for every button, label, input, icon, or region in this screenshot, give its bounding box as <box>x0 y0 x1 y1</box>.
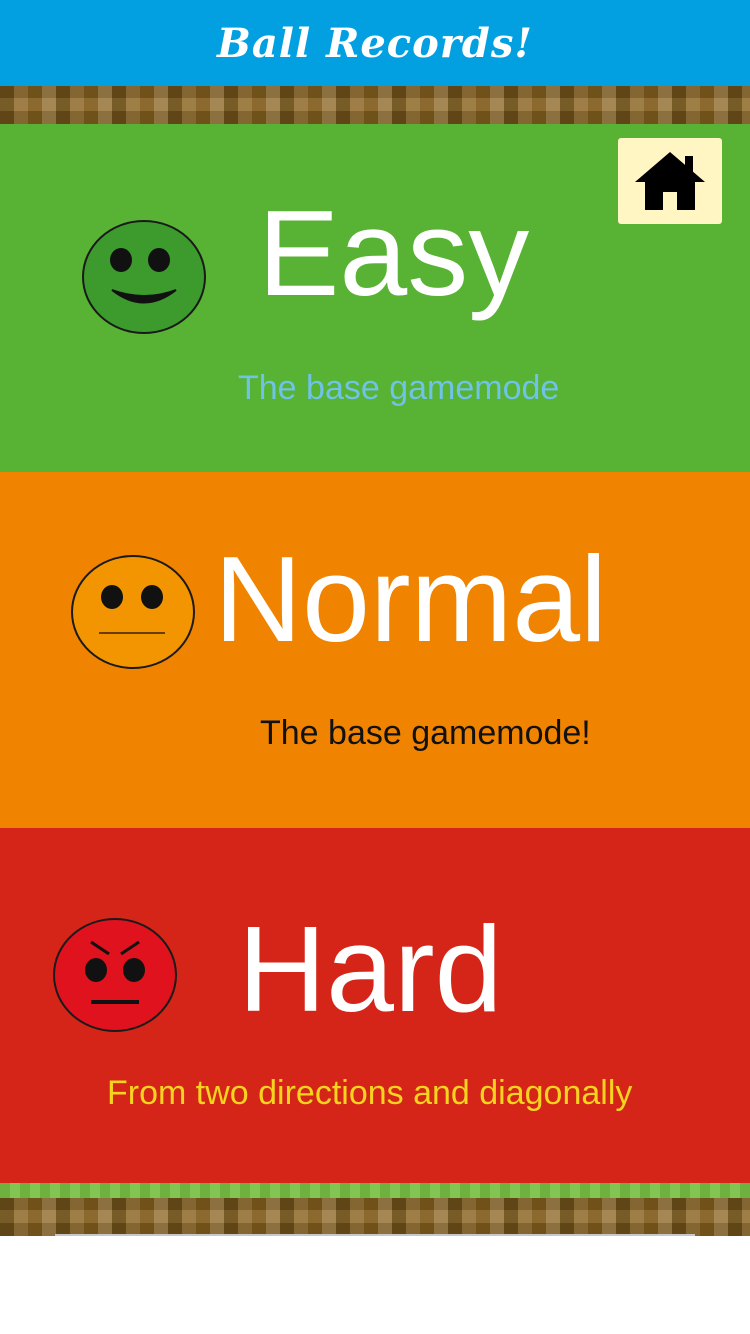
dirt-border-bottom <box>0 1198 750 1236</box>
app-header: Ball Records! <box>0 0 750 86</box>
home-button[interactable] <box>618 138 722 224</box>
dirt-border-top <box>0 86 750 124</box>
mode-easy-description: The base gamemode <box>238 369 560 407</box>
divider <box>55 1234 695 1236</box>
angry-face-icon <box>53 918 177 1032</box>
mode-hard-button[interactable]: Hard From two directions and diagonally <box>0 828 750 1183</box>
grass-border-bottom <box>0 1183 750 1198</box>
mode-hard-description: From two directions and diagonally <box>107 1074 633 1112</box>
mode-hard-title: Hard <box>238 901 503 1037</box>
mode-normal-button[interactable]: Normal The base gamemode! <box>0 472 750 828</box>
app-title: Ball Records! <box>217 19 533 67</box>
happy-face-icon <box>82 220 206 334</box>
neutral-face-icon <box>71 555 195 669</box>
mode-easy-title: Easy <box>258 185 530 321</box>
home-icon <box>635 152 705 210</box>
mode-normal-description: The base gamemode! <box>260 714 591 752</box>
mode-normal-title: Normal <box>214 531 608 667</box>
